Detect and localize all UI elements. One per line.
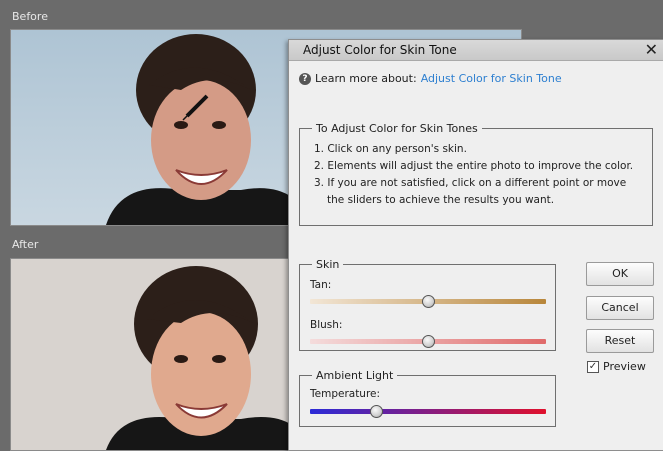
- close-icon[interactable]: ✕: [645, 40, 658, 60]
- instructions-legend: To Adjust Color for Skin Tones: [316, 122, 478, 135]
- help-icon: ?: [299, 72, 311, 85]
- temperature-slider[interactable]: [310, 405, 546, 418]
- tan-label: Tan:: [310, 279, 332, 291]
- adjust-skin-tone-dialog: Adjust Color for Skin Tone ✕ ? Learn mor…: [288, 39, 663, 451]
- learn-more-row: ? Learn more about: Adjust Color for Ski…: [299, 72, 562, 85]
- blush-slider[interactable]: [310, 335, 546, 348]
- ok-button[interactable]: OK: [586, 262, 654, 286]
- instructions-group: To Adjust Color for Skin Tones 1. Click …: [299, 122, 653, 226]
- temperature-label: Temperature:: [310, 388, 381, 400]
- after-label: After: [12, 238, 39, 251]
- blush-label: Blush:: [310, 319, 343, 331]
- instruction-step: 2. Elements will adjust the entire photo…: [314, 160, 634, 172]
- temperature-slider-thumb[interactable]: [370, 405, 384, 418]
- ambient-light-legend: Ambient Light: [316, 369, 394, 382]
- learn-more-prefix: Learn more about:: [315, 72, 417, 85]
- preview-toggle[interactable]: ✓ Preview: [587, 360, 646, 373]
- skin-legend: Skin: [316, 258, 340, 271]
- preview-checkbox[interactable]: ✓: [587, 360, 599, 373]
- blush-slider-thumb[interactable]: [422, 335, 435, 348]
- reset-button[interactable]: Reset: [586, 329, 654, 353]
- tan-slider-thumb[interactable]: [422, 295, 435, 308]
- instruction-step: 1. Click on any person's skin.: [314, 143, 467, 155]
- before-label: Before: [12, 10, 48, 23]
- skin-group: Skin Tan: Blush:: [299, 258, 556, 351]
- instruction-step: 3. If you are not satisfied, click on a …: [314, 177, 627, 206]
- tan-slider[interactable]: [310, 295, 546, 308]
- preview-label: Preview: [603, 360, 646, 373]
- ambient-light-group: Ambient Light Temperature:: [299, 369, 556, 427]
- cancel-button[interactable]: Cancel: [586, 296, 654, 320]
- learn-more-link[interactable]: Adjust Color for Skin Tone: [421, 72, 562, 85]
- dialog-title: Adjust Color for Skin Tone: [303, 43, 457, 57]
- dialog-titlebar[interactable]: Adjust Color for Skin Tone ✕: [289, 40, 663, 61]
